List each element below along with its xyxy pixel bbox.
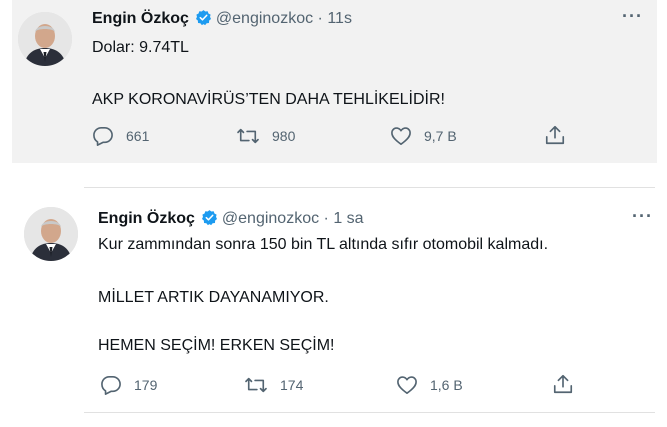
share-icon bbox=[545, 125, 565, 145]
more-options-icon[interactable]: ··· bbox=[622, 6, 643, 27]
tweet-text-line: Dolar: 9.74TL bbox=[92, 39, 189, 56]
tweet-header: Engin Özkoç @enginozkoc · 11s bbox=[92, 9, 352, 31]
share-button[interactable] bbox=[552, 373, 586, 395]
author-name[interactable]: Engin Özkoç bbox=[98, 210, 195, 227]
reply-icon bbox=[101, 376, 121, 395]
share-button[interactable] bbox=[544, 124, 578, 146]
avatar[interactable] bbox=[24, 207, 78, 261]
tweet-text-line: Kur zammından sonra 150 bin TL altında s… bbox=[98, 236, 549, 253]
separator-dot: · bbox=[317, 10, 323, 27]
avatar[interactable] bbox=[18, 12, 72, 66]
tweet-card[interactable]: Engin Özkoç @enginozkoc · 11s ··· Dolar: … bbox=[12, 0, 657, 163]
reply-button[interactable]: 661 bbox=[92, 126, 149, 146]
tweet-card[interactable]: Engin Özkoç @enginozkoc · 1 sa ··· Kur za… bbox=[12, 195, 657, 410]
retweet-button[interactable]: 174 bbox=[244, 375, 303, 395]
tweet-header: Engin Özkoç @enginozkoc · 1 sa bbox=[98, 209, 364, 231]
retweet-icon bbox=[245, 377, 267, 393]
separator-dot: · bbox=[323, 210, 329, 227]
share-icon bbox=[553, 374, 573, 394]
divider bbox=[84, 187, 655, 188]
retweet-icon bbox=[237, 128, 259, 144]
reply-icon bbox=[93, 127, 113, 146]
reply-button[interactable]: 179 bbox=[100, 375, 157, 395]
more-options-icon[interactable]: ··· bbox=[632, 206, 653, 227]
verified-badge-icon bbox=[195, 9, 212, 31]
retweet-count: 980 bbox=[272, 128, 296, 144]
tweet-text-line: MİLLET ARTIK DAYANAMIYOR. bbox=[98, 289, 329, 306]
like-count: 9,7 B bbox=[424, 128, 457, 144]
like-button[interactable]: 9,7 B bbox=[390, 126, 457, 146]
timestamp[interactable]: 1 sa bbox=[333, 210, 363, 227]
heart-icon bbox=[391, 127, 411, 145]
heart-icon bbox=[397, 376, 417, 394]
like-button[interactable]: 1,6 B bbox=[396, 375, 463, 395]
retweet-button[interactable]: 980 bbox=[236, 126, 295, 146]
tweet-text-line: AKP KORONAVİRÜS’TEN DAHA TEHLİKELİDİR! bbox=[92, 91, 445, 108]
reply-count: 661 bbox=[126, 128, 150, 144]
author-handle[interactable]: @enginozkoc bbox=[222, 210, 319, 227]
like-count: 1,6 B bbox=[430, 377, 463, 393]
retweet-count: 174 bbox=[280, 377, 304, 393]
tweet-text-line: HEMEN SEÇİM! ERKEN SEÇİM! bbox=[98, 337, 335, 354]
verified-badge-icon bbox=[201, 209, 218, 231]
reply-count: 179 bbox=[134, 377, 158, 393]
author-name[interactable]: Engin Özkoç bbox=[92, 10, 189, 27]
divider bbox=[84, 412, 655, 413]
author-handle[interactable]: @enginozkoc bbox=[216, 10, 313, 27]
timestamp[interactable]: 11s bbox=[327, 10, 352, 27]
